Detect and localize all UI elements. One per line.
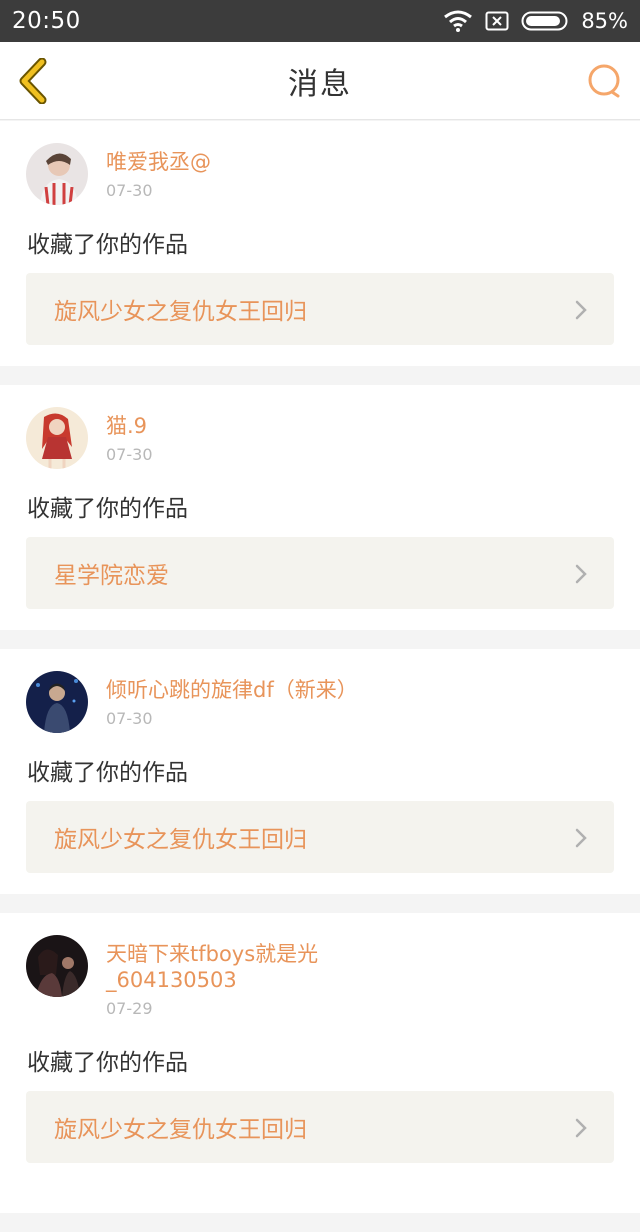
status-icons: 85% — [443, 9, 628, 33]
message-list: 唯爱我丞@ 07-30 收藏了你的作品 旋风少女之复仇女王回归 猫.9 07-3… — [0, 121, 640, 1232]
battery-icon — [521, 11, 568, 31]
avatar[interactable] — [26, 935, 88, 997]
message-date: 07-30 — [106, 445, 153, 464]
avatar[interactable] — [26, 143, 88, 205]
message-card: 倾听心跳的旋律df（新来） 07-30 收藏了你的作品 旋风少女之复仇女王回归 — [0, 649, 640, 894]
wifi-icon — [444, 10, 473, 32]
message-card: 天暗下来tfboys就是光 _604130503 07-29 收藏了你的作品 旋… — [0, 913, 640, 1213]
work-link[interactable]: 旋风少女之复仇女王回归 — [26, 273, 614, 345]
work-title: 旋风少女之复仇女王回归 — [54, 1117, 307, 1143]
work-title: 旋风少女之复仇女王回归 — [54, 299, 307, 325]
action-text: 收藏了你的作品 — [27, 496, 188, 522]
chevron-right-icon — [575, 1118, 587, 1138]
avatar[interactable] — [26, 407, 88, 469]
user-name[interactable]: 猫.9 — [106, 413, 406, 439]
work-title: 旋风少女之复仇女王回归 — [54, 827, 307, 853]
chevron-right-icon — [575, 828, 587, 848]
status-time: 20:50 — [12, 8, 81, 34]
work-title: 星学院恋爱 — [54, 563, 169, 589]
message-card: 猫.9 07-30 收藏了你的作品 星学院恋爱 — [0, 385, 640, 630]
message-date: 07-30 — [106, 709, 153, 728]
message-date: 07-29 — [106, 999, 153, 1018]
user-name-line-2: _604130503 — [106, 968, 237, 992]
battery-percent: 85% — [581, 9, 628, 33]
user-name-line-1: 天暗下来tfboys就是光 — [106, 942, 319, 966]
user-name[interactable]: 天暗下来tfboys就是光 _604130503 — [106, 941, 406, 993]
avatar[interactable] — [26, 671, 88, 733]
work-link[interactable]: 旋风少女之复仇女王回归 — [26, 1091, 614, 1163]
chevron-right-icon — [575, 300, 587, 320]
work-link[interactable]: 旋风少女之复仇女王回归 — [26, 801, 614, 873]
no-sim-icon — [485, 11, 509, 31]
action-text: 收藏了你的作品 — [27, 1050, 188, 1076]
search-icon[interactable] — [586, 62, 624, 100]
work-link[interactable]: 星学院恋爱 — [26, 537, 614, 609]
page-title: 消息 — [288, 66, 352, 102]
back-arrow-icon[interactable] — [16, 58, 50, 104]
chevron-right-icon — [575, 564, 587, 584]
user-name[interactable]: 唯爱我丞@ — [106, 149, 406, 175]
nav-bar: 消息 — [0, 42, 640, 120]
action-text: 收藏了你的作品 — [27, 232, 188, 258]
action-text: 收藏了你的作品 — [27, 760, 188, 786]
user-name[interactable]: 倾听心跳的旋律df（新来） — [106, 677, 406, 703]
status-bar: 20:50 85% — [0, 0, 640, 42]
message-date: 07-30 — [106, 181, 153, 200]
message-card: 唯爱我丞@ 07-30 收藏了你的作品 旋风少女之复仇女王回归 — [0, 121, 640, 366]
